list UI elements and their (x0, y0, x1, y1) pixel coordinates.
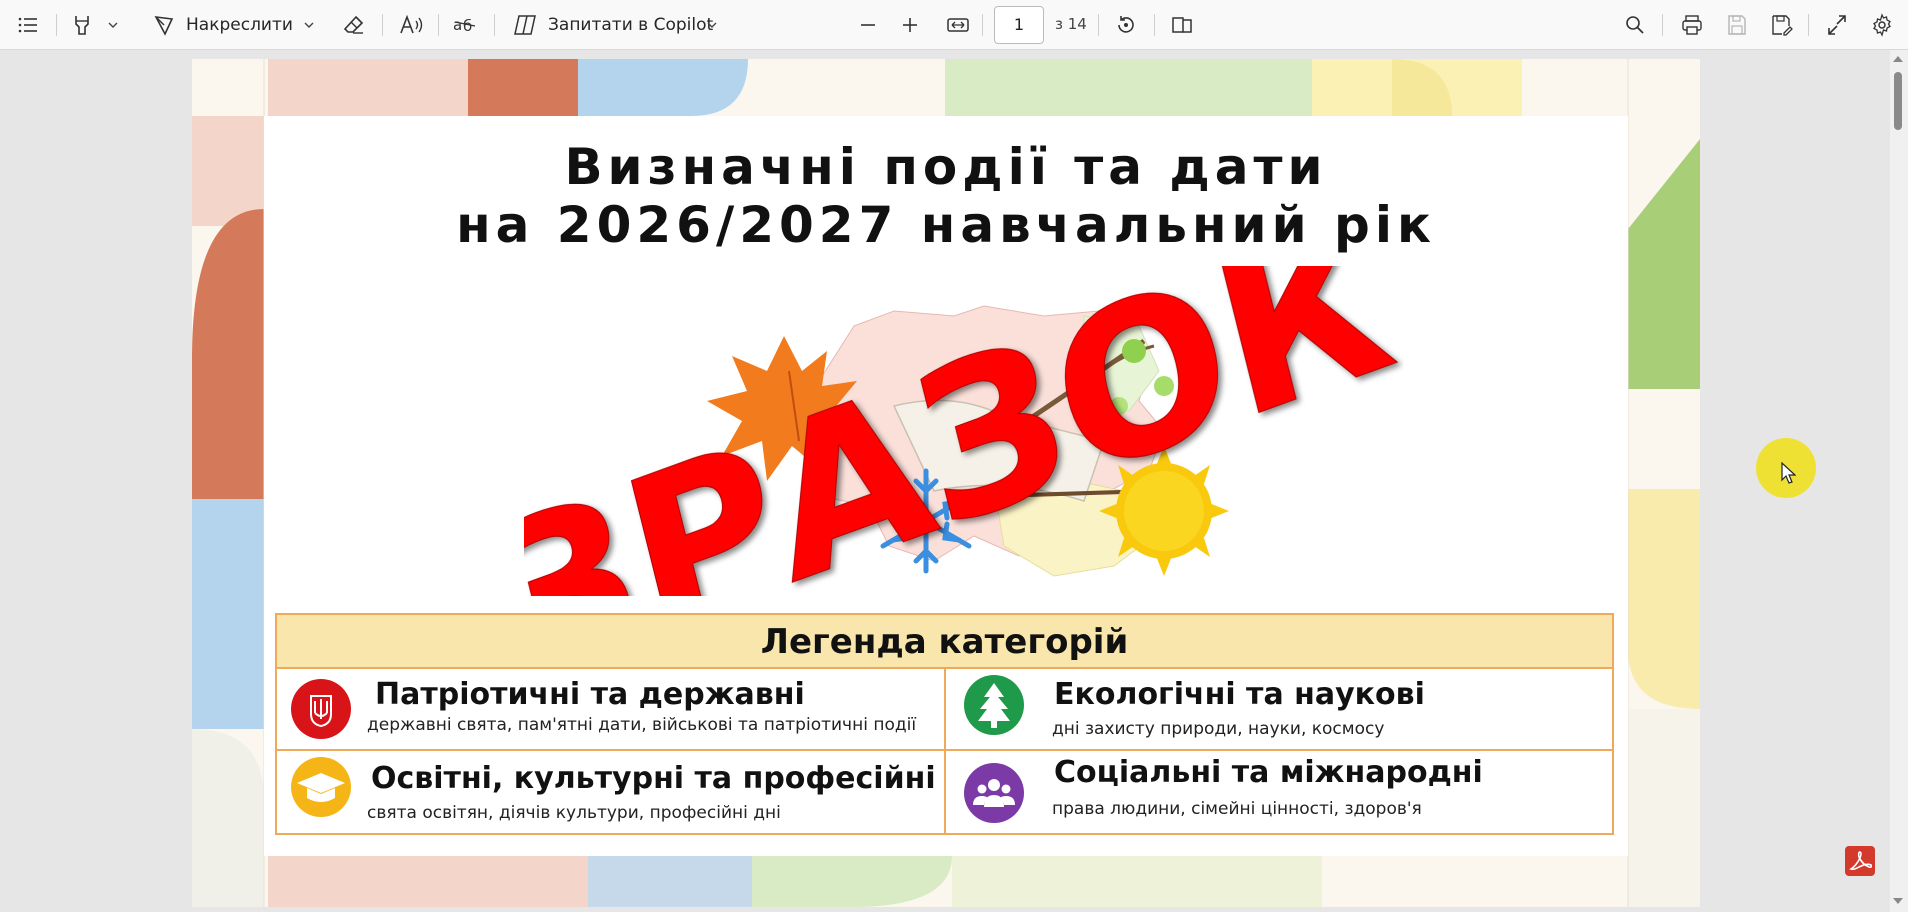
eraser-icon[interactable] (342, 11, 366, 39)
legend-item-desc: дні захисту природи, науки, космосу (1052, 719, 1385, 739)
document-title-line1: Визначні події та дати (564, 138, 1328, 196)
rotate-icon[interactable] (1114, 11, 1138, 39)
svg-text:б: б (463, 17, 472, 35)
pdf-page: Визначні події та дати на 2026/2027 навч… (192, 59, 1700, 907)
legend-item-desc: права людини, сімейні цінності, здоров'я (1052, 799, 1422, 819)
search-icon[interactable] (1624, 11, 1646, 39)
acrobat-icon[interactable] (1845, 846, 1875, 876)
legend-heading: Легенда категорій (277, 615, 1612, 669)
trident-icon (291, 679, 351, 739)
toolbar-divider (1808, 14, 1809, 36)
tree-icon (964, 675, 1024, 735)
settings-icon[interactable] (1870, 11, 1894, 39)
category-legend: Легенда категорій Патріотичні та державн… (275, 613, 1614, 835)
read-aloud-icon[interactable] (398, 11, 424, 39)
toolbar-divider (1098, 14, 1099, 36)
legend-item-title: Освітні, культурні та професійні (371, 761, 936, 796)
draw-button[interactable]: Накреслити (152, 11, 293, 39)
legend-item-desc: державні свята, пам'ятні дати, військові… (367, 715, 917, 735)
ask-copilot-button[interactable]: Запитати в Copilot (512, 11, 713, 39)
page-view-icon[interactable] (1170, 11, 1194, 39)
mouse-pointer-icon (1781, 462, 1796, 484)
copilot-label: Запитати в Copilot (548, 15, 714, 35)
pdf-toolbar: Накреслити aб Запитати в Copilot 1 з 14 (0, 0, 1908, 50)
vertical-scrollbar[interactable] (1890, 50, 1908, 912)
chevron-down-icon[interactable] (106, 11, 120, 39)
draw-icon (152, 13, 176, 37)
scroll-down-arrow-icon[interactable] (1893, 898, 1903, 904)
svg-text:a: a (453, 16, 462, 34)
watermark-text: ЗРАЗОК (524, 266, 1404, 596)
legend-item-social: Соціальні та міжнародні права людини, сі… (946, 751, 1612, 833)
toolbar-divider (56, 14, 57, 36)
toolbar-divider (494, 14, 495, 36)
contents-icon[interactable] (16, 11, 40, 39)
legend-item-title: Патріотичні та державні (375, 677, 805, 712)
legend-item-title: Соціальні та міжнародні (1054, 755, 1483, 790)
toolbar-divider (382, 14, 383, 36)
highlight-icon[interactable] (70, 11, 94, 39)
toolbar-divider (438, 14, 439, 36)
translate-icon[interactable]: aб (452, 11, 478, 39)
save-as-icon[interactable] (1770, 11, 1794, 39)
legend-item-education: Освітні, культурні та професійні свята о… (277, 751, 944, 833)
legend-item-ecology: Екологічні та наукові дні захисту природ… (946, 669, 1612, 749)
chevron-down-icon[interactable] (705, 11, 719, 39)
legend-item-patriotic: Патріотичні та державні державні свята, … (277, 669, 944, 749)
page-count: з 14 (1055, 15, 1087, 33)
legend-item-title: Екологічні та наукові (1054, 677, 1425, 712)
scroll-thumb[interactable] (1894, 72, 1902, 130)
print-icon[interactable] (1680, 11, 1704, 39)
draw-label: Накреслити (186, 15, 293, 35)
document-title-line2: на 2026/2027 навчальний рік (456, 196, 1436, 254)
toolbar-divider (1154, 14, 1155, 36)
save-icon[interactable] (1726, 11, 1748, 39)
zoom-in-icon[interactable] (900, 11, 920, 39)
chevron-down-icon[interactable] (302, 11, 316, 39)
toolbar-divider (1662, 14, 1663, 36)
page-number-input[interactable]: 1 (994, 6, 1044, 44)
graduation-cap-icon (291, 757, 351, 817)
people-icon (964, 763, 1024, 823)
fit-width-icon[interactable] (946, 11, 970, 39)
legend-item-desc: свята освітян, діячів культури, професій… (367, 803, 781, 823)
fullscreen-icon[interactable] (1826, 11, 1848, 39)
toolbar-divider (982, 14, 983, 36)
zoom-out-icon[interactable] (858, 11, 878, 39)
copilot-icon (512, 13, 538, 37)
scroll-up-arrow-icon[interactable] (1893, 56, 1903, 62)
watermark-stamp: ЗРАЗОК (524, 266, 1404, 596)
